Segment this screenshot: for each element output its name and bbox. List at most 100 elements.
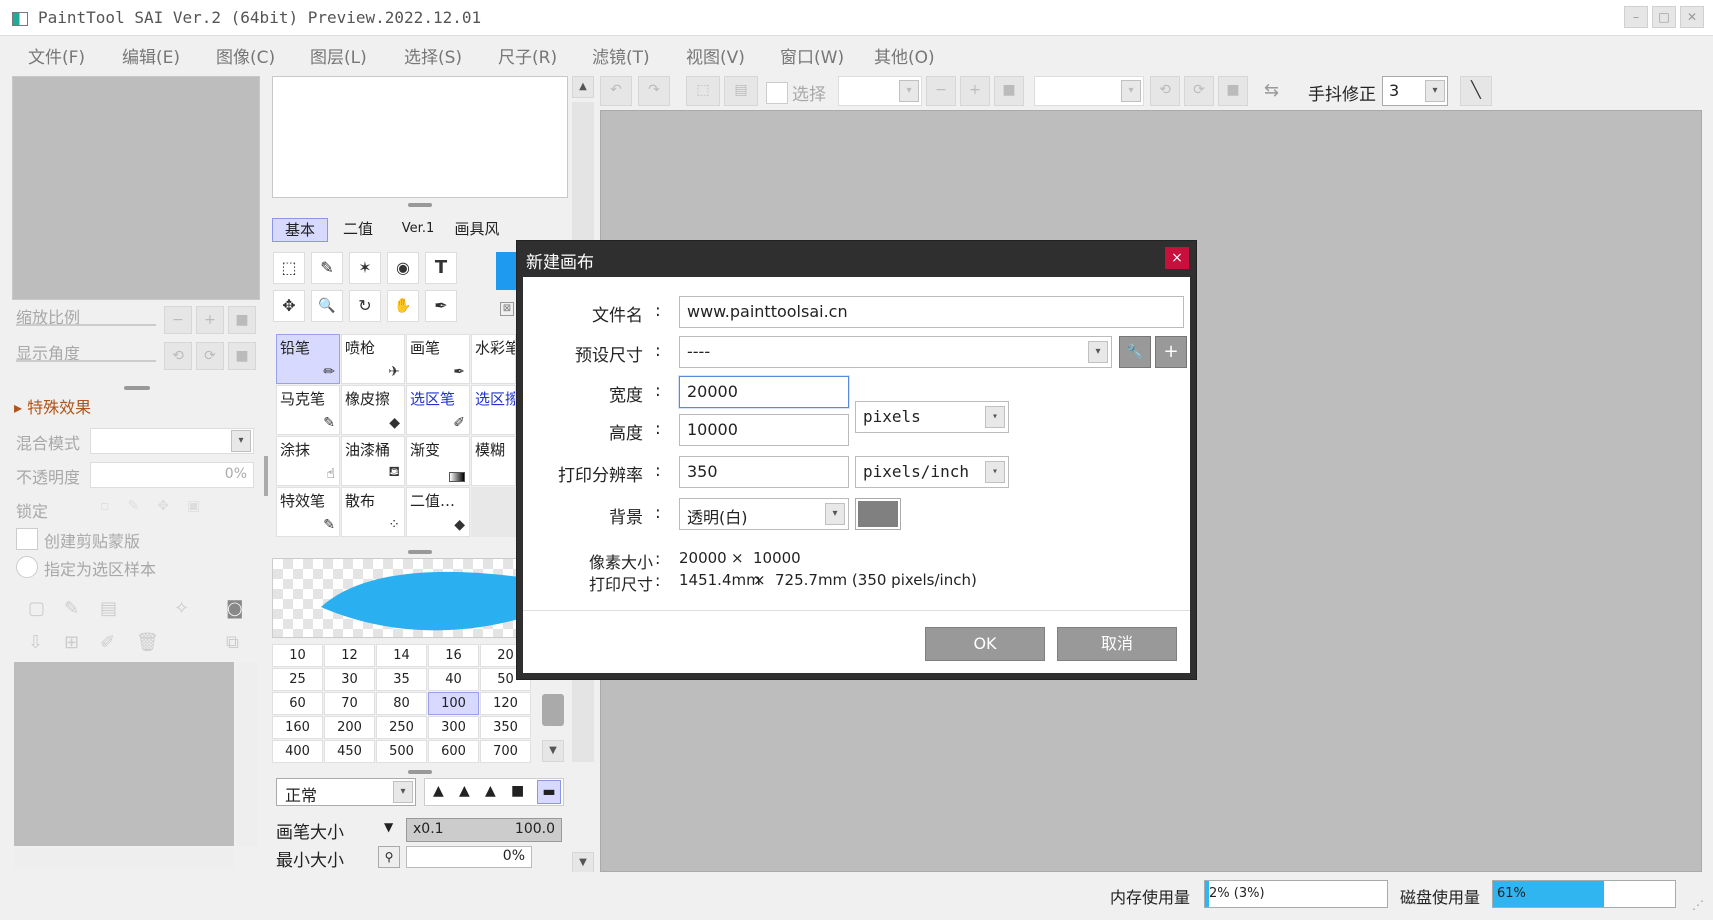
unit-dropdown[interactable]: pixels ▾: [855, 401, 1009, 433]
background-dropdown[interactable]: 透明(白) ▾: [679, 498, 849, 530]
splitter-handle[interactable]: [124, 386, 150, 390]
effects-section[interactable]: ▸ 特殊效果: [14, 394, 91, 418]
size-25[interactable]: 25: [272, 668, 323, 691]
menu-edit[interactable]: 编辑(E): [122, 43, 180, 68]
mask-icon[interactable]: ◙: [226, 598, 243, 619]
size-250[interactable]: 250: [376, 716, 427, 739]
opacity-slider[interactable]: 0%: [90, 462, 254, 488]
zoom-reset-button[interactable]: ■: [228, 306, 256, 334]
size-35[interactable]: 35: [376, 668, 427, 691]
magic-wand-icon[interactable]: ✶: [349, 252, 381, 284]
height-input[interactable]: 10000: [679, 414, 849, 446]
trash-icon[interactable]: 🗑: [136, 632, 159, 653]
undo-button[interactable]: ↶: [600, 76, 632, 106]
brush-effect-pen[interactable]: 特效笔 ✎: [276, 487, 340, 537]
panel-splitter[interactable]: [264, 456, 268, 496]
size-450[interactable]: 450: [324, 740, 375, 763]
ok-button[interactable]: OK: [925, 627, 1045, 661]
size-100[interactable]: 100: [428, 692, 479, 715]
brush-airbrush[interactable]: 喷枪 ✈: [341, 334, 405, 384]
new-vector-layer-icon[interactable]: ✎: [64, 598, 79, 619]
brush-watercolor[interactable]: 水彩笔: [471, 334, 516, 384]
brush-brush[interactable]: 画笔 ✒: [406, 334, 470, 384]
angle-dropdown[interactable]: ▾: [1034, 76, 1144, 106]
move-icon[interactable]: ✥: [273, 290, 305, 322]
brush-gradient[interactable]: 渐变: [406, 436, 470, 486]
new-folder-icon[interactable]: ▤: [100, 598, 117, 619]
brush-binary[interactable]: 二值… ◆: [406, 487, 470, 537]
lock-icons[interactable]: ▫✎✥▣: [100, 498, 218, 514]
size-30[interactable]: 30: [324, 668, 375, 691]
rotate-tool-icon[interactable]: ↻: [349, 290, 381, 322]
transfer-down-icon[interactable]: ⇩: [28, 632, 43, 653]
layer-list-hscrollbar[interactable]: [14, 848, 234, 868]
sample-radio[interactable]: [16, 556, 38, 578]
merge-visible-icon[interactable]: ⧉: [226, 632, 239, 653]
scroll-down-button-2[interactable]: ▼: [572, 852, 594, 874]
shape-triangle-icon[interactable]: ▲: [433, 783, 444, 799]
add-preset-button[interactable]: +: [1155, 336, 1187, 368]
tab-basic[interactable]: 基本: [272, 218, 328, 242]
rect-select-icon[interactable]: ⬚: [273, 252, 305, 284]
clear-layer-icon[interactable]: ✐: [100, 632, 115, 653]
zoom-out-button[interactable]: −: [164, 306, 192, 334]
size-700[interactable]: 700: [480, 740, 531, 763]
canvas-rotate-right-button[interactable]: ⟳: [1184, 76, 1214, 106]
shape-trapezoid-icon[interactable]: ▲: [485, 783, 496, 799]
size-80[interactable]: 80: [376, 692, 427, 715]
size-12[interactable]: 12: [324, 644, 375, 667]
size-160[interactable]: 160: [272, 716, 323, 739]
menu-image[interactable]: 图像(C): [216, 43, 275, 68]
effects-icon[interactable]: ✧: [174, 598, 189, 619]
background-color-swatch[interactable]: [855, 498, 901, 530]
size-60[interactable]: 60: [272, 692, 323, 715]
tab-binary[interactable]: 二值: [334, 218, 382, 242]
layer-list-scrollbar[interactable]: [236, 662, 258, 846]
shape-flat-icon[interactable]: ▬: [537, 780, 561, 804]
shape-icon[interactable]: ◉: [387, 252, 419, 284]
size-600[interactable]: 600: [428, 740, 479, 763]
pressure-icon[interactable]: ⚲: [378, 846, 400, 868]
zoom-in-button[interactable]: +: [196, 306, 224, 334]
scroll-up-button[interactable]: ▲: [572, 76, 594, 98]
brush-select-eraser[interactable]: 选区擦: [471, 385, 516, 435]
brush-marker[interactable]: 马克笔 ✎: [276, 385, 340, 435]
size-grid-scroll-thumb[interactable]: [542, 694, 564, 726]
dialog-close-button[interactable]: ×: [1165, 247, 1189, 269]
dpi-unit-dropdown[interactable]: pixels/inch ▾: [855, 456, 1009, 488]
size-70[interactable]: 70: [324, 692, 375, 715]
dpi-input[interactable]: 350: [679, 456, 849, 488]
shape-rect-icon[interactable]: ■: [511, 783, 524, 799]
flip-icon[interactable]: ⇆: [1264, 80, 1279, 101]
shape-bell-icon[interactable]: ▲: [459, 783, 470, 799]
size-350[interactable]: 350: [480, 716, 531, 739]
zoom-slider[interactable]: [16, 324, 156, 326]
angle-slider[interactable]: [16, 360, 156, 362]
brush-scatter[interactable]: 散布 ⁘: [341, 487, 405, 537]
menu-layer[interactable]: 图层(L): [310, 43, 367, 68]
close-window-button[interactable]: ✕: [1680, 6, 1704, 28]
primary-color-swatch[interactable]: [496, 252, 516, 290]
brush-size-slider[interactable]: x0.1 100.0: [406, 818, 562, 842]
redo-button[interactable]: ↷: [638, 76, 670, 106]
minimize-button[interactable]: –: [1624, 6, 1648, 28]
merge-down-icon[interactable]: ⊞: [64, 632, 79, 653]
hand-tool-icon[interactable]: ✋: [387, 290, 419, 322]
rotate-left-button[interactable]: ⟲: [164, 342, 192, 370]
deselect-button[interactable]: ⬚: [686, 76, 720, 106]
text-tool-icon[interactable]: T: [425, 252, 457, 284]
min-size-slider[interactable]: 0%: [406, 846, 532, 868]
zoom-dropdown[interactable]: ▾: [838, 76, 922, 106]
size-120[interactable]: 120: [480, 692, 531, 715]
size-400[interactable]: 400: [272, 740, 323, 763]
canvas-zoom-reset-button[interactable]: ■: [994, 76, 1024, 106]
rotate-right-button[interactable]: ⟳: [196, 342, 224, 370]
wrench-icon[interactable]: 🔧: [1119, 336, 1151, 368]
menu-file[interactable]: 文件(F): [28, 43, 85, 68]
stabilizer-dropdown[interactable]: 3 ▾: [1382, 76, 1448, 106]
filename-input[interactable]: www.painttoolsai.cn: [679, 296, 1184, 328]
size-300[interactable]: 300: [428, 716, 479, 739]
width-input[interactable]: 20000: [679, 376, 849, 408]
line-tool-button[interactable]: ╲: [1460, 76, 1492, 106]
canvas-zoom-in-button[interactable]: +: [960, 76, 990, 106]
